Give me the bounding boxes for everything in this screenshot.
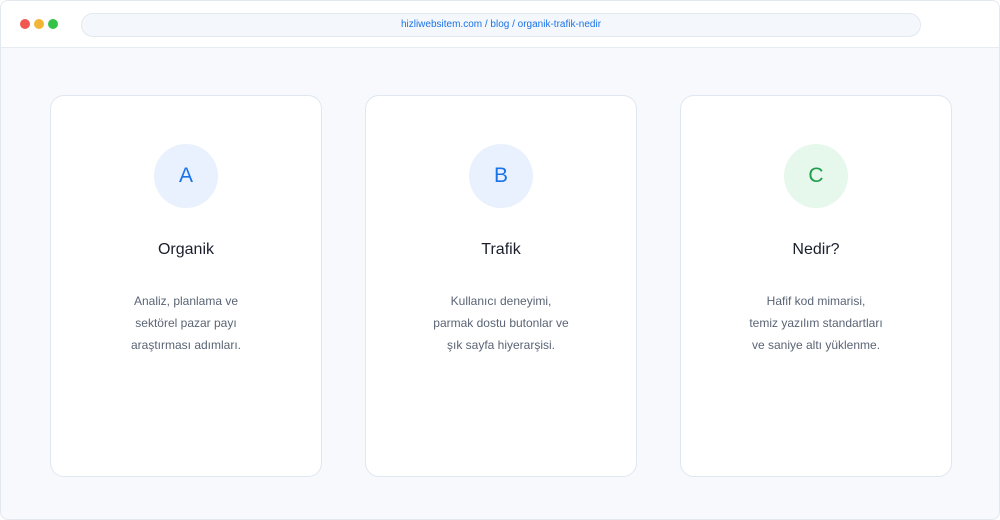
minimize-window-icon[interactable] (34, 19, 44, 29)
card-description-line: Analiz, planlama ve (133, 294, 239, 308)
card-nedir: C Nedir? Hafif kod mimarisi, temiz yazıl… (680, 95, 952, 477)
card-description-line: parmak dostu butonlar ve (433, 316, 569, 330)
card-letter-badge: B (469, 144, 533, 208)
card-title: Organik (157, 241, 215, 258)
card-organik: A Organik Analiz, planlama ve sektörel p… (50, 95, 322, 477)
card-description-line: temiz yazılım standartları (749, 316, 883, 330)
card-trafik: B Trafik Kullanıcı deneyimi, parmak dost… (365, 95, 637, 477)
card-description: Kullanıcı deneyimi, parmak dostu butonla… (386, 290, 616, 356)
address-bar[interactable]: hizliwebsitem.com / blog / organik-trafi… (81, 13, 921, 37)
card-description-line: sektörel pazar payı (135, 316, 237, 330)
browser-window: hizliwebsitem.com / blog / organik-trafi… (0, 0, 1000, 520)
card-title: Trafik (481, 241, 521, 258)
page-content: A Organik Analiz, planlama ve sektörel p… (1, 49, 999, 519)
card-description-line: araştırması adımları. (130, 338, 242, 352)
card-description: Hafif kod mimarisi, temiz yazılım standa… (701, 290, 931, 356)
card-description-line: ve saniye altı yüklenme. (751, 338, 881, 352)
card-letter-badge: C (784, 144, 848, 208)
maximize-window-icon[interactable] (48, 19, 58, 29)
card-description-line: şık sayfa hiyerarşisi. (446, 338, 556, 352)
card-title: Nedir? (792, 241, 840, 258)
browser-titlebar: hizliwebsitem.com / blog / organik-trafi… (1, 1, 999, 48)
card-description-line: Kullanıcı deneyimi, (450, 294, 552, 308)
card-letter-badge: A (154, 144, 218, 208)
card-description-line: Hafif kod mimarisi, (766, 294, 866, 308)
close-window-icon[interactable] (20, 19, 30, 29)
url-text: hizliwebsitem.com / blog / organik-trafi… (400, 19, 602, 30)
card-description: Analiz, planlama ve sektörel pazar payı … (71, 290, 301, 356)
